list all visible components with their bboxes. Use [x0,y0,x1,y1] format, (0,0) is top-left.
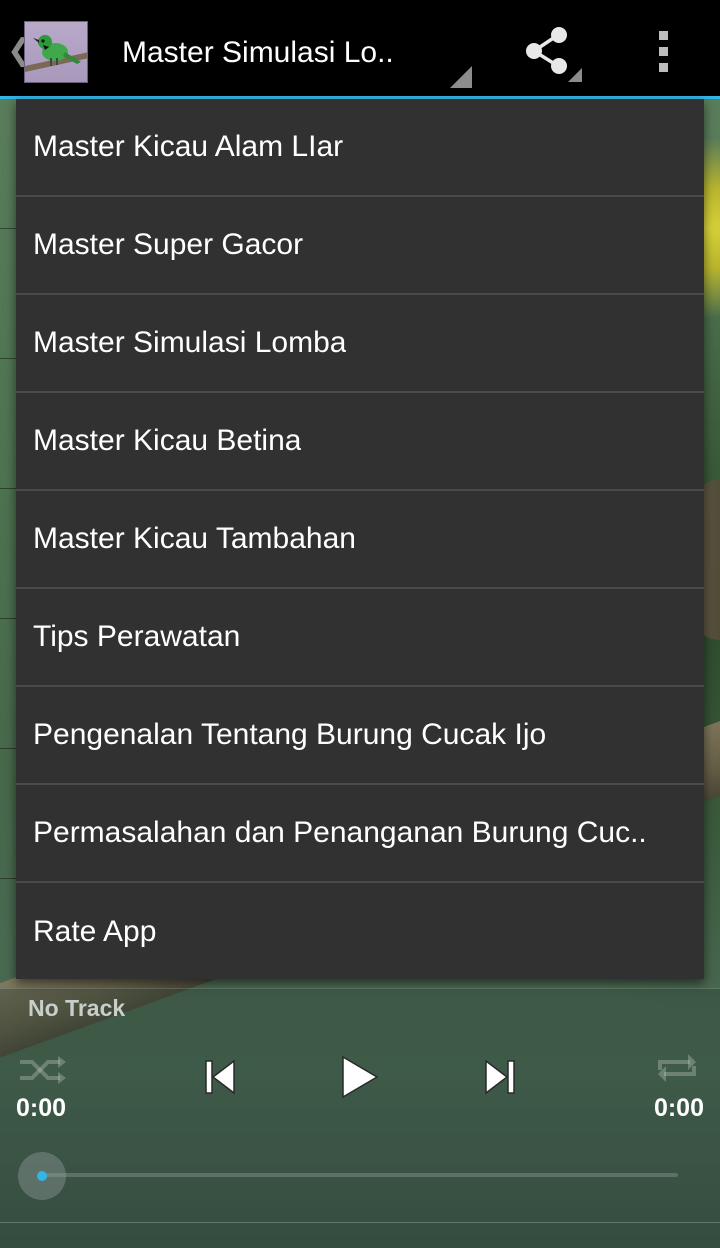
menu-item-label: Tips Perawatan [33,620,241,653]
menu-item-master-super-gacor[interactable]: Master Super Gacor [16,197,704,295]
previous-icon[interactable] [200,1056,240,1098]
repeat-icon[interactable] [654,1050,700,1086]
navigation-dropdown-menu: Master Kicau Alam LIar Master Super Gaco… [16,99,704,979]
next-icon[interactable] [480,1056,520,1098]
menu-item-label: Rate App [33,915,157,948]
player-divider [0,988,720,989]
seek-thumb-dot [37,1171,47,1181]
bird-app-icon[interactable] [24,21,88,83]
navigation-spinner[interactable]: Master Simulasi Lo.. [104,0,474,96]
music-player [0,988,720,1248]
menu-item-pengenalan[interactable]: Pengenalan Tentang Burung Cucak Ijo [16,687,704,785]
menu-item-label: Master Simulasi Lomba [33,326,347,359]
menu-item-rate-app[interactable]: Rate App [16,883,704,981]
track-title: No Track [28,995,126,1021]
menu-item-master-kicau-tambahan[interactable]: Master Kicau Tambahan [16,491,704,589]
share-button[interactable] [500,0,596,96]
bottom-divider [0,1222,720,1223]
menu-item-master-simulasi-lomba[interactable]: Master Simulasi Lomba [16,295,704,393]
menu-item-tips-perawatan[interactable]: Tips Perawatan [16,589,704,687]
menu-item-label: Master Super Gacor [33,228,304,261]
seek-bar[interactable] [40,1173,678,1177]
overflow-menu-icon [659,31,668,72]
elapsed-time: 0:00 [16,1094,67,1122]
menu-item-label: Pengenalan Tentang Burung Cucak Ijo [33,718,547,751]
menu-item-permasalahan[interactable]: Permasalahan dan Penanganan Burung Cuc.. [16,785,704,883]
action-bar: ❮ Master Simulasi Lo.. [0,0,720,96]
page-title: Master Simulasi Lo.. [122,36,394,69]
menu-item-master-kicau-betina[interactable]: Master Kicau Betina [16,393,704,491]
menu-item-label: Master Kicau Betina [33,424,302,457]
spinner-indicator-icon [450,66,472,88]
share-dropdown-indicator-icon [568,68,582,82]
overflow-menu-button[interactable] [630,0,700,96]
total-time: 0:00 [653,1094,704,1122]
shuffle-icon[interactable] [14,1050,68,1090]
play-icon[interactable] [338,1052,382,1102]
menu-item-master-kicau-alam-liar[interactable]: Master Kicau Alam LIar [16,99,704,197]
menu-item-label: Permasalahan dan Penanganan Burung Cuc.. [33,816,647,849]
menu-item-label: Master Kicau Tambahan [33,522,356,555]
menu-item-label: Master Kicau Alam LIar [33,130,344,163]
